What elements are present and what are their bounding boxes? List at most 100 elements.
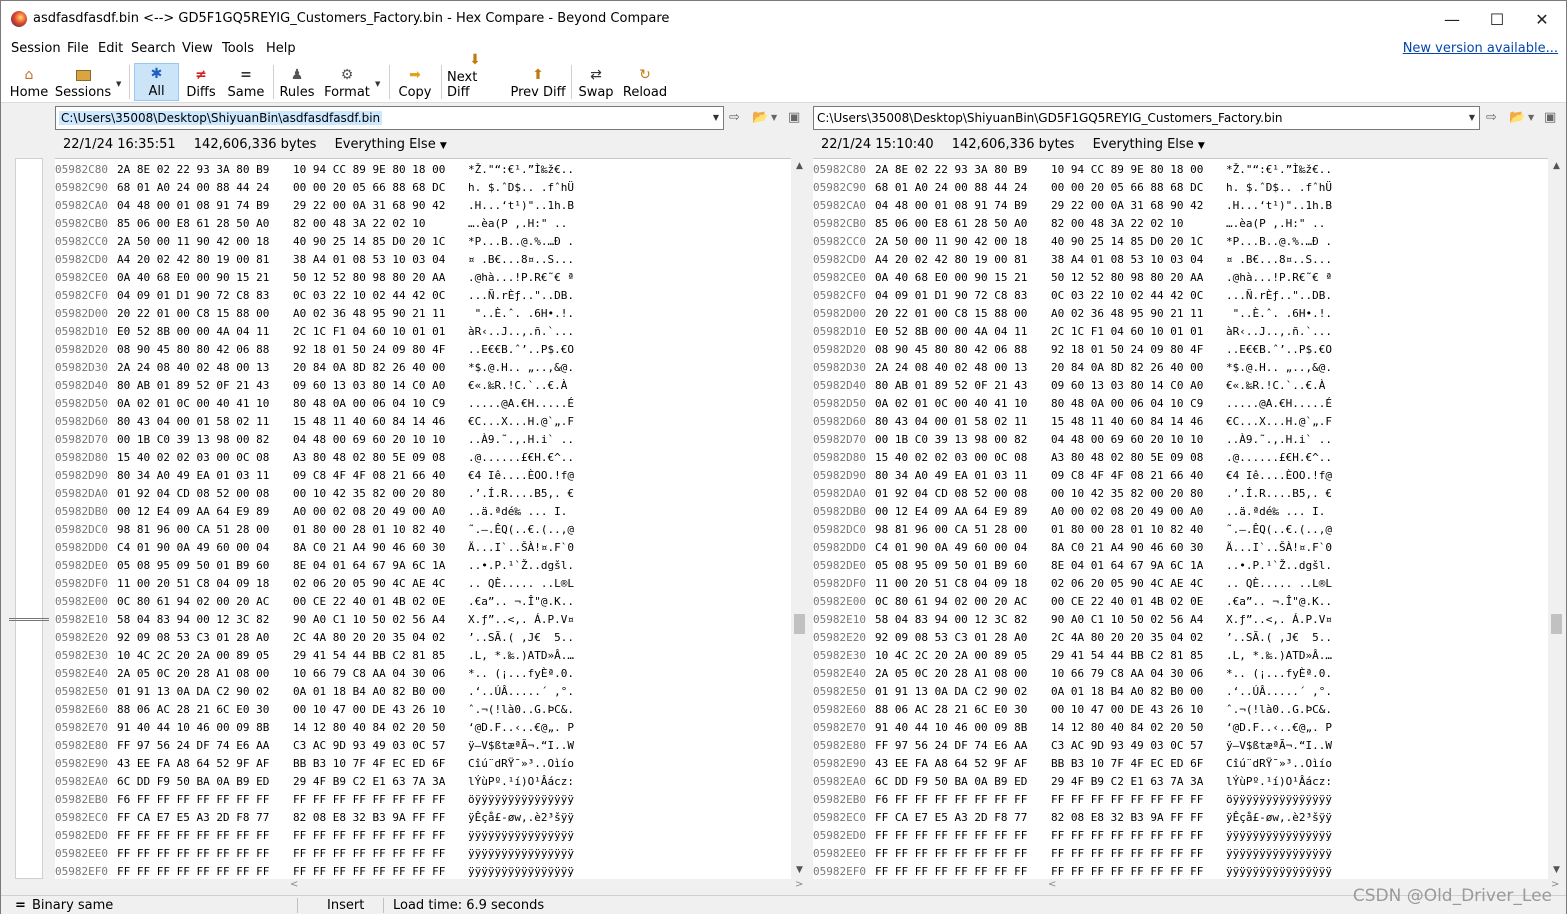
minimize-button[interactable]: — — [1429, 1, 1475, 37]
right-scroll-up-icon[interactable]: ▲ — [1548, 158, 1565, 174]
prev-diff-button[interactable]: ⬆ Prev Diff — [509, 63, 567, 101]
left-hex-row[interactable]: 05982DD0 C4 01 90 0A 49 60 00 04 8A C0 21 … — [55, 539, 791, 557]
left-hex-row[interactable]: 05982EA0 6C DD F9 50 BA 0A B9 ED 29 4F B9 … — [55, 773, 791, 791]
format-dropdown-arrow-icon[interactable]: ▼ — [375, 80, 380, 88]
left-hex-row[interactable]: 05982EE0 FF FF FF FF FF FF FF FF FF FF FF … — [55, 845, 791, 863]
right-hex-row[interactable]: 05982E90 43 EE FA A8 64 52 9F AF BB B3 10 … — [813, 755, 1549, 773]
format-button[interactable]: ⚙ Format — [323, 63, 371, 101]
right-hex-row[interactable]: 05982E70 91 40 44 10 46 00 09 8B 14 12 80 … — [813, 719, 1549, 737]
home-button[interactable]: ⌂ Home — [7, 63, 51, 101]
menu-search[interactable]: Search — [131, 41, 176, 56]
left-hex-row[interactable]: 05982DA0 01 92 04 CD 08 52 00 08 00 10 42 … — [55, 485, 791, 503]
right-hex-row[interactable]: 05982CE0 0A 40 68 E0 00 90 15 21 50 12 52 … — [813, 269, 1549, 287]
left-hex-row[interactable]: 05982E10 58 04 83 94 00 12 3C 82 90 A0 C1 … — [55, 611, 791, 629]
right-scroll-thumb[interactable] — [1551, 614, 1562, 634]
left-hex-row[interactable]: 05982ED0 FF FF FF FF FF FF FF FF FF FF FF … — [55, 827, 791, 845]
menu-file[interactable]: File — [67, 41, 89, 56]
right-hex-row[interactable]: 05982D20 08 90 45 80 80 42 06 88 92 18 01 … — [813, 341, 1549, 359]
show-same-button[interactable]: = Same — [225, 63, 267, 101]
left-hex-row[interactable]: 05982CC0 2A 50 00 11 90 42 00 18 40 90 25 … — [55, 233, 791, 251]
left-hex-row[interactable]: 05982E60 88 06 AC 28 21 6C E0 30 00 10 47 … — [55, 701, 791, 719]
left-hex-row[interactable]: 05982DC0 98 81 96 00 CA 51 28 00 01 80 00 … — [55, 521, 791, 539]
left-hex-row[interactable]: 05982D90 80 34 A0 49 EA 01 03 11 09 C8 4F … — [55, 467, 791, 485]
right-hscroll-left-icon[interactable]: < — [1048, 879, 1056, 890]
right-hex-row[interactable]: 05982EE0 FF FF FF FF FF FF FF FF FF FF FF … — [813, 845, 1549, 863]
right-format-filter[interactable]: Everything Else ▼ — [1093, 137, 1205, 152]
menu-session[interactable]: Session — [11, 41, 61, 56]
right-hex-row[interactable]: 05982DE0 05 08 95 09 50 01 B9 60 8E 04 01 … — [813, 557, 1549, 575]
right-hex-row[interactable]: 05982CF0 04 09 01 D1 90 72 C8 83 0C 03 22 … — [813, 287, 1549, 305]
left-scroll-thumb[interactable] — [794, 614, 805, 634]
right-hex-row[interactable]: 05982CC0 2A 50 00 11 90 42 00 18 40 90 25 … — [813, 233, 1549, 251]
right-hex-row[interactable]: 05982D50 0A 02 01 0C 00 40 41 10 80 48 0A … — [813, 395, 1549, 413]
rules-button[interactable]: ♟ Rules — [279, 63, 315, 101]
menu-view[interactable]: View — [182, 41, 213, 56]
left-hex-row[interactable]: 05982D70 00 1B C0 39 13 98 00 82 04 48 00 … — [55, 431, 791, 449]
left-hex-row[interactable]: 05982EF0 FF FF FF FF FF FF FF FF FF FF FF … — [55, 863, 791, 879]
right-hex-row[interactable]: 05982EC0 FF CA E7 E5 A3 2D F8 77 82 08 E8 … — [813, 809, 1549, 827]
sessions-dropdown-arrow-icon[interactable]: ▼ — [116, 80, 121, 88]
left-hex-row[interactable]: 05982DB0 00 12 E4 09 AA 64 E9 89 A0 00 02 … — [55, 503, 791, 521]
right-hex-row[interactable]: 05982D40 80 AB 01 89 52 0F 21 43 09 60 13 … — [813, 377, 1549, 395]
left-hex-row[interactable]: 05982C80 2A 8E 02 22 93 3A 80 B9 10 94 CC … — [55, 161, 791, 179]
right-hex-row[interactable]: 05982C80 2A 8E 02 22 93 3A 80 B9 10 94 CC … — [813, 161, 1549, 179]
right-hex-row[interactable]: 05982E60 88 06 AC 28 21 6C E0 30 00 10 47 … — [813, 701, 1549, 719]
left-hex-row[interactable]: 05982D80 15 40 02 02 03 00 0C 08 A3 80 48 … — [55, 449, 791, 467]
left-hex-row[interactable]: 05982DE0 05 08 95 09 50 01 B9 60 8E 04 01 … — [55, 557, 791, 575]
left-horizontal-scrollbar[interactable]: < > — [55, 879, 808, 895]
left-hex-row[interactable]: 05982CE0 0A 40 68 E0 00 90 15 21 50 12 52 … — [55, 269, 791, 287]
overview-pane[interactable] — [9, 158, 49, 879]
right-hex-row[interactable]: 05982CD0 A4 20 02 42 80 19 00 81 38 A4 01 … — [813, 251, 1549, 269]
left-hex-row[interactable]: 05982D40 80 AB 01 89 52 0F 21 43 09 60 13 … — [55, 377, 791, 395]
right-hex-row[interactable]: 05982D30 2A 24 08 40 02 48 00 13 20 84 0A … — [813, 359, 1549, 377]
left-save-icon[interactable]: ▣ — [788, 110, 800, 125]
left-hex-row[interactable]: 05982C90 68 01 A0 24 00 88 44 24 00 00 20 … — [55, 179, 791, 197]
menu-edit[interactable]: Edit — [98, 41, 123, 56]
right-hex-row[interactable]: 05982CA0 04 48 00 01 08 91 74 B9 29 22 00 … — [813, 197, 1549, 215]
overview-position-marker[interactable] — [9, 618, 49, 621]
left-hex-row[interactable]: 05982CA0 04 48 00 01 08 91 74 B9 29 22 00 … — [55, 197, 791, 215]
right-hex-row[interactable]: 05982E50 01 91 13 0A DA C2 90 02 0A 01 18 … — [813, 683, 1549, 701]
left-hex-row[interactable]: 05982E00 0C 80 61 94 02 00 20 AC 00 CE 22 … — [55, 593, 791, 611]
left-scroll-down-icon[interactable]: ▼ — [791, 862, 808, 878]
left-hex-row[interactable]: 05982DF0 11 00 20 51 C8 04 09 18 02 06 20 … — [55, 575, 791, 593]
left-format-filter[interactable]: Everything Else ▼ — [335, 137, 447, 152]
left-hex-row[interactable]: 05982D30 2A 24 08 40 02 48 00 13 20 84 0A … — [55, 359, 791, 377]
right-hex-row[interactable]: 05982E80 FF 97 56 24 DF 74 E6 AA C3 AC 9D … — [813, 737, 1549, 755]
right-hscroll-right-icon[interactable]: > — [1551, 879, 1559, 890]
sessions-button[interactable]: Sessions — [55, 63, 111, 101]
left-hex-pane[interactable]: 05982C80 2A 8E 02 22 93 3A 80 B9 10 94 CC … — [55, 158, 791, 879]
left-hex-row[interactable]: 05982D50 0A 02 01 0C 00 40 41 10 80 48 0A … — [55, 395, 791, 413]
left-hex-row[interactable]: 05982D00 20 22 01 00 C8 15 88 00 A0 02 36 … — [55, 305, 791, 323]
right-hex-row[interactable]: 05982E00 0C 80 61 94 02 00 20 AC 00 CE 22 … — [813, 593, 1549, 611]
overview-strip[interactable] — [15, 158, 43, 879]
left-vertical-scrollbar[interactable]: ▲ ▼ — [791, 158, 808, 879]
right-hex-row[interactable]: 05982ED0 FF FF FF FF FF FF FF FF FF FF FF … — [813, 827, 1549, 845]
reload-button[interactable]: ↻ Reload — [621, 63, 669, 101]
right-hex-row[interactable]: 05982DB0 00 12 E4 09 AA 64 E9 89 A0 00 02 … — [813, 503, 1549, 521]
left-folder-dropdown-icon[interactable]: ▼ — [771, 113, 777, 122]
right-hex-row[interactable]: 05982E20 92 09 08 53 C3 01 28 A0 2C 4A 80 … — [813, 629, 1549, 647]
maximize-button[interactable]: ☐ — [1474, 1, 1520, 37]
right-hex-row[interactable]: 05982E40 2A 05 0C 20 28 A1 08 00 10 66 79 … — [813, 665, 1549, 683]
left-hex-row[interactable]: 05982D60 80 43 04 00 01 58 02 11 15 48 11 … — [55, 413, 791, 431]
left-hex-row[interactable]: 05982CD0 A4 20 02 42 80 19 00 81 38 A4 01 … — [55, 251, 791, 269]
left-history-icon[interactable]: ⇨ — [729, 110, 740, 125]
right-hex-row[interactable]: 05982DA0 01 92 04 CD 08 52 00 08 00 10 42 … — [813, 485, 1549, 503]
right-hex-row[interactable]: 05982C90 68 01 A0 24 00 88 44 24 00 00 20 … — [813, 179, 1549, 197]
right-hex-row[interactable]: 05982D80 15 40 02 02 03 00 0C 08 A3 80 48 … — [813, 449, 1549, 467]
left-hex-row[interactable]: 05982CF0 04 09 01 D1 90 72 C8 83 0C 03 22 … — [55, 287, 791, 305]
right-hex-row[interactable]: 05982D00 20 22 01 00 C8 15 88 00 A0 02 36 … — [813, 305, 1549, 323]
left-path-dropdown-icon[interactable]: ▼ — [713, 107, 719, 129]
left-scroll-up-icon[interactable]: ▲ — [791, 158, 808, 174]
left-path-input[interactable]: C:\Users\35008\Desktop\ShiyuanBin\asdfas… — [55, 106, 724, 130]
right-hex-row[interactable]: 05982EB0 F6 FF FF FF FF FF FF FF FF FF FF … — [813, 791, 1549, 809]
right-hex-row[interactable]: 05982D90 80 34 A0 49 EA 01 03 11 09 C8 4F … — [813, 467, 1549, 485]
left-hex-row[interactable]: 05982E20 92 09 08 53 C3 01 28 A0 2C 4A 80 … — [55, 629, 791, 647]
swap-button[interactable]: ⇄ Swap — [577, 63, 615, 101]
left-hex-row[interactable]: 05982E40 2A 05 0C 20 28 A1 08 00 10 66 79 … — [55, 665, 791, 683]
right-path-dropdown-icon[interactable]: ▼ — [1469, 107, 1475, 129]
right-hex-row[interactable]: 05982EF0 FF FF FF FF FF FF FF FF FF FF FF … — [813, 863, 1549, 879]
show-diffs-button[interactable]: ≠ Diffs — [181, 63, 221, 101]
right-save-icon[interactable]: ▣ — [1544, 110, 1556, 125]
